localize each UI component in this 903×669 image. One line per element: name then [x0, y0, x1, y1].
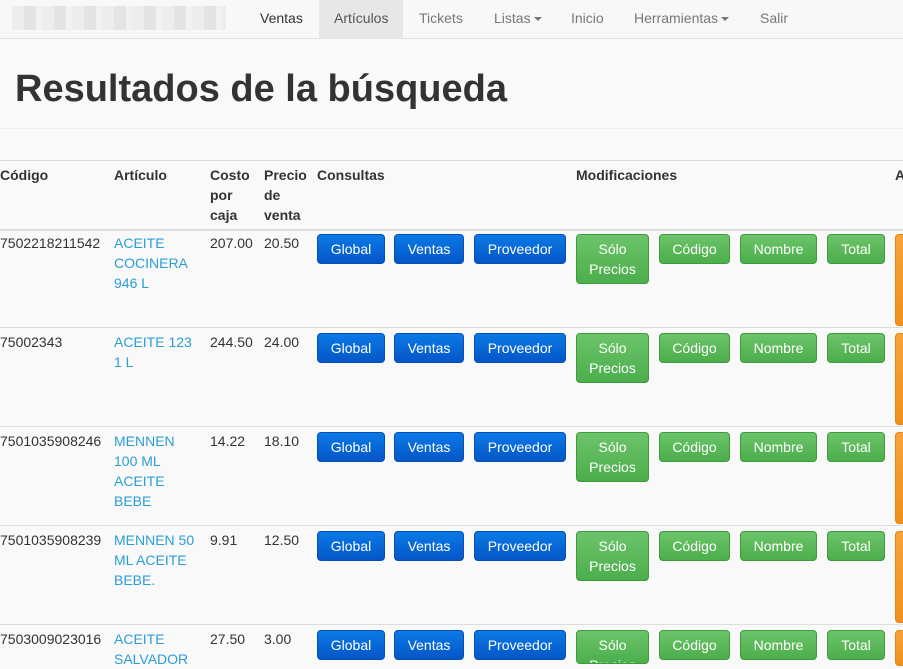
top-navbar: Ventas Artículos Tickets Listas Inicio H… [0, 0, 903, 39]
codigo-button[interactable]: Código [659, 432, 730, 462]
ventas-button[interactable]: Ventas [394, 630, 464, 660]
total-button[interactable]: Total [827, 432, 885, 462]
header-modificaciones: Modificaciones [576, 167, 678, 183]
codigo-button[interactable]: Código [659, 531, 730, 561]
title-divider [0, 128, 903, 129]
cell-codigo: 75002343 [0, 334, 63, 350]
cell-codigo: 7503009023016 [0, 631, 102, 647]
global-button[interactable]: Global [317, 432, 385, 462]
nav-item-listas[interactable]: Listas [479, 0, 557, 38]
solo-precios-button[interactable]: SóloPrecios [576, 432, 649, 482]
cell-costo: 244.50 [210, 334, 253, 350]
table-header: Código Artículo Costo por caja Precio de… [0, 160, 903, 231]
nav-item-inicio[interactable]: Inicio [556, 0, 619, 38]
solo-precios-button[interactable]: SóloPrecios [576, 333, 649, 383]
global-button[interactable]: Global [317, 531, 385, 561]
nav-item-articulos[interactable]: Artículos [319, 0, 404, 38]
cell-articulo-link[interactable]: MENNEN 50 ML ACEITE BEBE. [114, 530, 194, 590]
nav-item-herramientas[interactable]: Herramientas [619, 0, 744, 38]
action-button-orange[interactable] [895, 630, 903, 666]
cell-costo: 9.91 [210, 532, 238, 548]
header-extra: A [895, 167, 903, 183]
cell-codigo: 7502218211542 [0, 235, 101, 251]
cell-precio: 24.00 [264, 334, 300, 350]
ventas-button[interactable]: Ventas [394, 234, 464, 264]
ventas-button[interactable]: Ventas [394, 333, 464, 363]
cell-codigo: 7501035908239 [0, 532, 102, 548]
header-costo: Costo por caja [210, 167, 250, 223]
table-row: 7501035908246 MENNEN 100 ML ACEITE BEBE … [0, 427, 903, 526]
cell-precio: 12.50 [264, 532, 300, 548]
solo-precios-button[interactable]: SóloPrecios [576, 630, 649, 664]
cell-precio: 18.10 [264, 433, 300, 449]
header-codigo: Código [0, 167, 49, 183]
proveedor-button[interactable]: Proveedor [474, 531, 566, 561]
nombre-button[interactable]: Nombre [740, 333, 817, 363]
action-button-orange[interactable] [895, 333, 903, 425]
global-button[interactable]: Global [317, 630, 385, 660]
total-button[interactable]: Total [827, 630, 885, 660]
table-row: 7501035908239 MENNEN 50 ML ACEITE BEBE. … [0, 526, 903, 625]
codigo-button[interactable]: Código [659, 630, 730, 660]
action-button-orange[interactable] [895, 432, 903, 524]
cell-costo: 14.22 [210, 433, 246, 449]
action-button-orange[interactable] [895, 531, 903, 623]
cell-precio: 20.50 [264, 235, 300, 251]
header-articulo: Artículo [114, 167, 167, 183]
nav-item-salir[interactable]: Salir [745, 0, 803, 38]
header-precio: Precio de venta [264, 167, 307, 223]
cell-articulo-link[interactable]: ACEITE 123 1 L [114, 332, 192, 372]
total-button[interactable]: Total [827, 234, 885, 264]
cell-precio: 3.00 [264, 631, 292, 647]
codigo-button[interactable]: Código [659, 234, 730, 264]
cell-articulo-link[interactable]: ACEITE COCINERA 946 L [114, 233, 188, 293]
table-row: 7503009023016 ACEITE SALVADOR 27.50 3.00… [0, 625, 903, 667]
table-row: 75002343 ACEITE 123 1 L 244.50 24.00 Glo… [0, 328, 903, 427]
total-button[interactable]: Total [827, 333, 885, 363]
cell-costo: 27.50 [210, 631, 246, 647]
total-button[interactable]: Total [827, 531, 885, 561]
nav-item-tickets[interactable]: Tickets [404, 0, 478, 38]
proveedor-button[interactable]: Proveedor [474, 234, 566, 264]
nombre-button[interactable]: Nombre [740, 531, 817, 561]
codigo-button[interactable]: Código [659, 333, 730, 363]
global-button[interactable]: Global [317, 234, 385, 264]
chevron-down-icon [721, 17, 730, 22]
ventas-button[interactable]: Ventas [394, 432, 464, 462]
proveedor-button[interactable]: Proveedor [474, 432, 566, 462]
brand-logo-blurred[interactable] [12, 6, 226, 30]
page-title: Resultados de la búsqueda [15, 68, 507, 110]
global-button[interactable]: Global [317, 333, 385, 363]
chevron-down-icon [533, 17, 542, 22]
cell-articulo-link[interactable]: ACEITE SALVADOR [114, 629, 188, 669]
nombre-button[interactable]: Nombre [740, 432, 817, 462]
nombre-button[interactable]: Nombre [740, 630, 817, 660]
proveedor-button[interactable]: Proveedor [474, 630, 566, 660]
cell-articulo-link[interactable]: MENNEN 100 ML ACEITE BEBE [114, 431, 175, 511]
nombre-button[interactable]: Nombre [740, 234, 817, 264]
action-button-orange[interactable] [895, 234, 903, 326]
ventas-button[interactable]: Ventas [394, 531, 464, 561]
cell-costo: 207.00 [210, 235, 253, 251]
proveedor-button[interactable]: Proveedor [474, 333, 566, 363]
cell-codigo: 7501035908246 [0, 433, 102, 449]
solo-precios-button[interactable]: SóloPrecios [576, 234, 649, 284]
nav-item-ventas[interactable]: Ventas [245, 0, 318, 38]
solo-precios-button[interactable]: SóloPrecios [576, 531, 649, 581]
header-consultas: Consultas [317, 167, 385, 183]
table-row: 7502218211542 ACEITE COCINERA 946 L 207.… [0, 229, 903, 328]
